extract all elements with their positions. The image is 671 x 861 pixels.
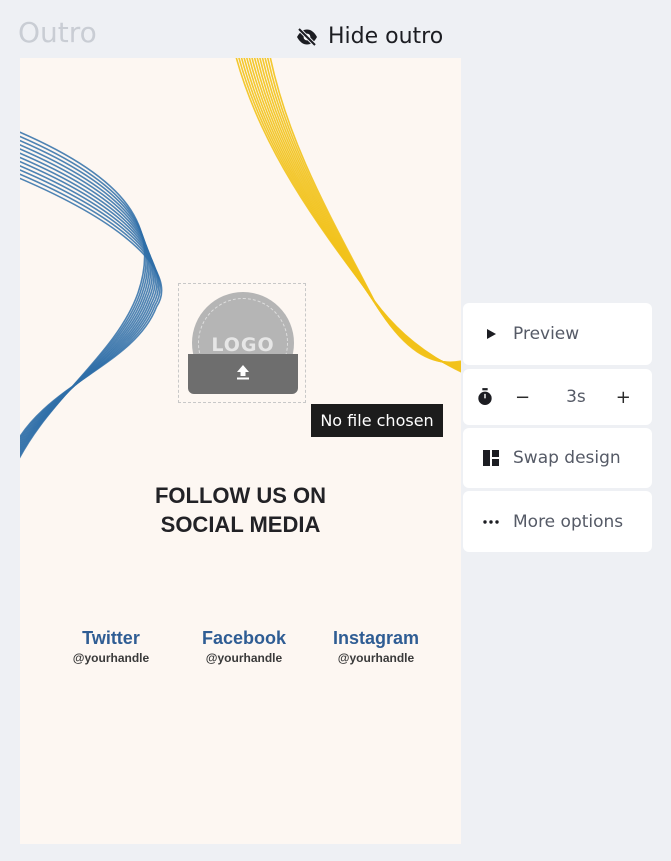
canvas-heading[interactable]: FOLLOW US ON SOCIAL MEDIA (20, 481, 461, 539)
social-name: Instagram (332, 628, 420, 648)
social-handle: @yourhandle (205, 651, 283, 665)
upload-tooltip: No file chosen (311, 404, 443, 437)
social-name: Twitter (82, 628, 140, 648)
section-title: Outro (18, 16, 97, 49)
hide-outro-button[interactable]: Hide outro (296, 24, 443, 49)
upload-button[interactable] (188, 354, 298, 394)
swap-design-button[interactable]: Swap design (463, 428, 652, 488)
stopwatch-icon (477, 387, 493, 407)
eye-slash-icon (296, 27, 318, 46)
social-item-facebook[interactable]: Facebook @yourhandle (179, 628, 309, 665)
social-handle: @yourhandle (337, 651, 415, 665)
preview-button[interactable]: Preview (463, 303, 652, 365)
logo-upload-area[interactable]: LOGO (178, 283, 306, 403)
social-handle: @yourhandle (72, 651, 150, 665)
heading-line-1: FOLLOW US ON (154, 483, 327, 508)
heading-line-2: SOCIAL MEDIA (160, 512, 321, 537)
outro-canvas[interactable]: LOGO (20, 58, 461, 844)
decrease-duration-button[interactable]: − (515, 387, 530, 408)
preview-label: Preview (513, 324, 580, 344)
wave-decoration (20, 58, 461, 459)
more-options-label: More options (513, 511, 624, 532)
social-name: Facebook (201, 628, 287, 648)
social-item-twitter[interactable]: Twitter @yourhandle (46, 628, 176, 665)
swap-design-label: Swap design (513, 448, 621, 468)
play-icon (483, 328, 499, 340)
social-item-instagram[interactable]: Instagram @yourhandle (311, 628, 441, 665)
logo-placeholder-text: LOGO (211, 334, 275, 356)
duration-control: − 3s + (463, 369, 652, 425)
upload-icon (234, 363, 252, 385)
layout-icon (483, 450, 499, 466)
more-dots-icon (483, 519, 499, 524)
more-options-button[interactable]: More options (463, 491, 652, 552)
increase-duration-button[interactable]: + (616, 387, 631, 408)
duration-value: 3s (566, 387, 586, 407)
hide-outro-label: Hide outro (328, 24, 444, 49)
